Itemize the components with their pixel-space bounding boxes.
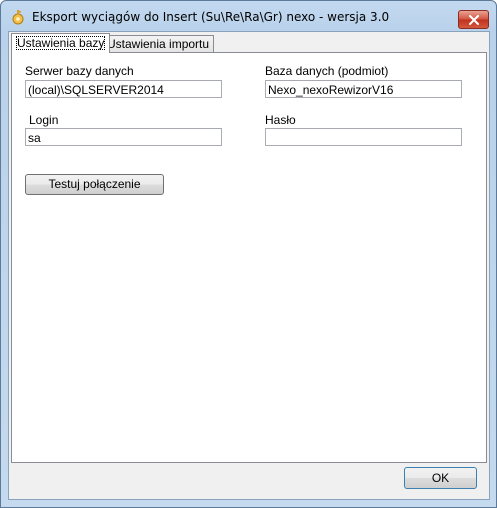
database-label: Baza danych (podmiot) (265, 64, 389, 78)
dialog-client: Ustawienia bazy Ustawienia importu Serwe… (8, 31, 490, 500)
tab-strip: Ustawienia bazy Ustawienia importu (9, 32, 489, 54)
password-input[interactable] (265, 128, 462, 146)
tab-database-settings[interactable]: Ustawienia bazy (11, 33, 111, 53)
close-button[interactable] (458, 10, 489, 29)
tab-panel-database: Serwer bazy danych (local)\SQLSERVER2014… (11, 52, 487, 463)
close-icon (468, 14, 479, 25)
server-input[interactable]: (local)\SQLSERVER2014 (25, 80, 222, 98)
server-label: Serwer bazy danych (25, 64, 134, 78)
key-icon (10, 9, 26, 25)
tab-label: Ustawienia importu (107, 37, 210, 51)
window-title: Eksport wyciągów do Insert (Su\Re\Ra\Gr)… (32, 10, 390, 24)
tab-label: Ustawienia bazy (16, 36, 106, 50)
tab-import-settings[interactable]: Ustawienia importu (102, 35, 215, 53)
title-bar[interactable]: Eksport wyciągów do Insert (Su\Re\Ra\Gr)… (1, 1, 496, 31)
password-label: Hasło (265, 113, 296, 127)
dialog-window: Eksport wyciągów do Insert (Su\Re\Ra\Gr)… (0, 0, 497, 508)
login-input[interactable]: sa (25, 128, 222, 146)
database-input[interactable]: Nexo_nexoRewizorV16 (265, 80, 462, 98)
ok-button[interactable]: OK (404, 467, 477, 489)
login-label: Login (29, 113, 59, 127)
test-connection-button[interactable]: Testuj połączenie (25, 174, 164, 195)
